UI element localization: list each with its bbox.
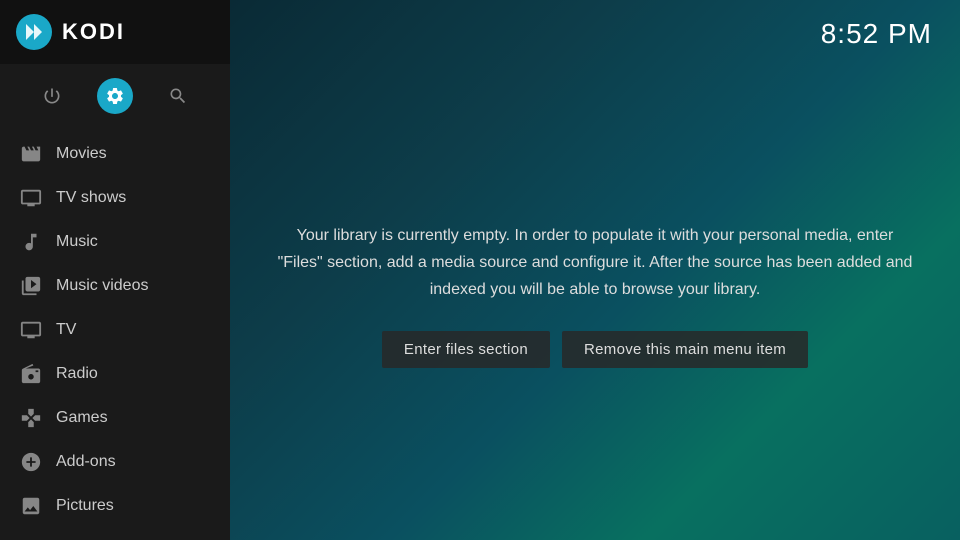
tv-icon xyxy=(20,319,42,341)
settings-button[interactable] xyxy=(97,78,133,114)
sidebar-header: KODI xyxy=(0,0,230,64)
kodi-logo-icon xyxy=(16,14,52,50)
sidebar-item-movies[interactable]: Movies xyxy=(0,132,230,176)
power-button[interactable] xyxy=(34,78,70,114)
games-icon xyxy=(20,407,42,429)
clock: 8:52 PM xyxy=(821,18,932,50)
main-nav: Movies TV shows Music Music videos xyxy=(0,128,230,528)
music-videos-icon xyxy=(20,275,42,297)
content-center: Your library is currently empty. In orde… xyxy=(230,50,960,540)
radio-label: Radio xyxy=(56,365,98,383)
app-title: KODI xyxy=(62,19,125,45)
add-ons-icon xyxy=(20,451,42,473)
tv-shows-label: TV shows xyxy=(56,189,126,207)
sidebar-item-pictures[interactable]: Pictures xyxy=(0,484,230,528)
movies-icon xyxy=(20,143,42,165)
remove-menu-item-button[interactable]: Remove this main menu item xyxy=(562,331,808,368)
sidebar-item-tv-shows[interactable]: TV shows xyxy=(0,176,230,220)
library-card: Your library is currently empty. In orde… xyxy=(255,202,935,389)
library-message: Your library is currently empty. In orde… xyxy=(275,222,915,304)
sidebar-item-music-videos[interactable]: Music videos xyxy=(0,264,230,308)
settings-icon xyxy=(105,86,125,106)
search-icon xyxy=(168,86,188,106)
tv-shows-icon xyxy=(20,187,42,209)
music-label: Music xyxy=(56,233,98,251)
movies-label: Movies xyxy=(56,145,107,163)
games-label: Games xyxy=(56,409,108,427)
enter-files-button[interactable]: Enter files section xyxy=(382,331,550,368)
main-content: 8:52 PM Your library is currently empty.… xyxy=(230,0,960,540)
sidebar: KODI Movies xyxy=(0,0,230,540)
music-icon xyxy=(20,231,42,253)
radio-icon xyxy=(20,363,42,385)
top-bar: 8:52 PM xyxy=(230,0,960,50)
sidebar-item-music[interactable]: Music xyxy=(0,220,230,264)
music-videos-label: Music videos xyxy=(56,277,148,295)
sidebar-item-radio[interactable]: Radio xyxy=(0,352,230,396)
library-buttons: Enter files section Remove this main men… xyxy=(275,331,915,368)
pictures-icon xyxy=(20,495,42,517)
sidebar-item-tv[interactable]: TV xyxy=(0,308,230,352)
sidebar-item-add-ons[interactable]: Add-ons xyxy=(0,440,230,484)
power-icon xyxy=(42,86,62,106)
add-ons-label: Add-ons xyxy=(56,453,116,471)
tv-label: TV xyxy=(56,321,76,339)
sidebar-item-games[interactable]: Games xyxy=(0,396,230,440)
pictures-label: Pictures xyxy=(56,497,114,515)
search-button[interactable] xyxy=(160,78,196,114)
sidebar-top-icons xyxy=(0,64,230,128)
